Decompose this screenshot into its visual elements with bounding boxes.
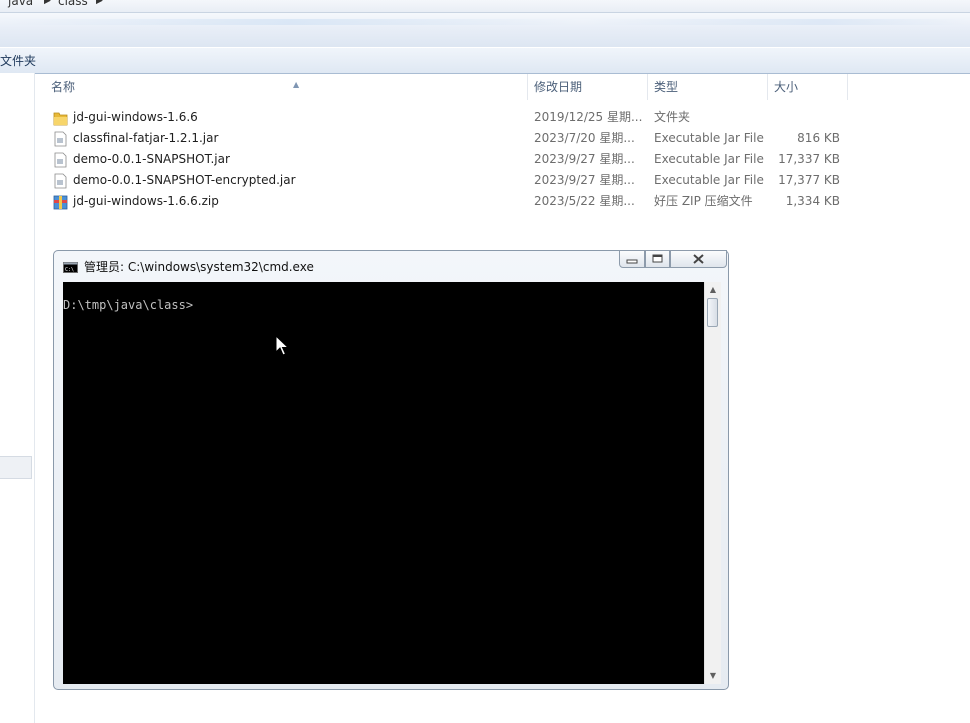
column-header-modified[interactable]: 修改日期 — [528, 74, 648, 100]
restore-icon — [652, 254, 663, 263]
file-name: demo-0.0.1-SNAPSHOT-encrypted.jar — [73, 173, 296, 187]
file-modified: 2023/9/27 星期... — [534, 173, 635, 187]
console-output[interactable]: D:\tmp\java\class> — [63, 282, 704, 684]
breadcrumb-item-java[interactable]: java — [8, 0, 33, 8]
file-type: Executable Jar File — [654, 131, 764, 145]
file-modified: 2019/12/25 星期... — [534, 110, 643, 124]
file-row[interactable]: jd-gui-windows-1.6.6.zip 2023/5/22 星期...… — [51, 191, 851, 212]
cmd-window-title: 管理员: C:\windows\system32\cmd.exe — [84, 260, 314, 274]
column-header-name-label: 名称 — [51, 80, 76, 94]
column-header-size-label: 大小 — [774, 80, 799, 94]
zip-archive-icon — [53, 195, 68, 210]
file-name: demo-0.0.1-SNAPSHOT.jar — [73, 152, 230, 166]
column-header-row: 名称 ▲ 修改日期 类型 大小 — [35, 74, 970, 100]
address-breadcrumb: java ▶ class ▶ — [0, 0, 970, 13]
column-header-type[interactable]: 类型 — [648, 74, 768, 100]
navigation-pane[interactable] — [0, 73, 35, 723]
command-bar: 文件夹 — [0, 47, 970, 74]
file-size: 1,334 KB — [785, 194, 840, 208]
file-modified: 2023/5/22 星期... — [534, 194, 635, 208]
file-size: 17,337 KB — [778, 152, 840, 166]
column-header-modified-label: 修改日期 — [534, 80, 583, 94]
minimize-button[interactable] — [619, 250, 645, 268]
column-header-size[interactable]: 大小 — [768, 74, 848, 100]
file-modified: 2023/7/20 星期... — [534, 131, 635, 145]
close-icon — [693, 254, 704, 264]
svg-text:C:\: C:\ — [65, 267, 74, 273]
file-name: classfinal-fatjar-1.2.1.jar — [73, 131, 219, 145]
file-modified: 2023/9/27 星期... — [534, 152, 635, 166]
file-row[interactable]: classfinal-fatjar-1.2.1.jar 2023/7/20 星期… — [51, 128, 851, 149]
console-vertical-scrollbar[interactable]: ▲ ▼ — [704, 282, 721, 684]
file-type: Executable Jar File — [654, 152, 764, 166]
scroll-down-arrow-icon[interactable]: ▼ — [705, 669, 721, 683]
jar-file-icon — [54, 152, 67, 168]
file-name: jd-gui-windows-1.6.6.zip — [73, 194, 219, 208]
file-type: 文件夹 — [654, 110, 691, 124]
command-prompt-line[interactable]: D:\tmp\java\class> — [63, 298, 193, 312]
jar-file-icon — [54, 173, 67, 189]
file-type: Executable Jar File — [654, 173, 764, 187]
column-header-type-label: 类型 — [654, 80, 679, 94]
cmd-window[interactable]: C:\ 管理员: C:\windows\system32\cmd.exe D:\… — [53, 250, 729, 690]
scroll-up-arrow-icon[interactable]: ▲ — [705, 283, 721, 297]
mouse-cursor-icon — [275, 335, 289, 356]
close-button[interactable] — [670, 250, 727, 268]
file-row[interactable]: demo-0.0.1-SNAPSHOT-encrypted.jar 2023/9… — [51, 170, 851, 191]
cmd-app-icon: C:\ — [63, 262, 78, 273]
file-size: 816 KB — [797, 131, 840, 145]
file-row[interactable]: jd-gui-windows-1.6.6 2019/12/25 星期... 文件… — [51, 107, 851, 128]
scrollbar-thumb[interactable] — [707, 298, 718, 327]
nav-pane-selected-item[interactable] — [0, 456, 32, 479]
command-bar-folder-label[interactable]: 文件夹 — [0, 52, 36, 69]
breadcrumb-chevron-icon[interactable]: ▶ — [96, 0, 103, 6]
toolbar-background — [0, 13, 970, 47]
breadcrumb-chevron-icon[interactable]: ▶ — [44, 0, 51, 6]
file-size: 17,377 KB — [778, 173, 840, 187]
file-name: jd-gui-windows-1.6.6 — [73, 110, 198, 124]
breadcrumb-item-class[interactable]: class — [58, 0, 88, 8]
file-type: 好压 ZIP 压缩文件 — [654, 194, 753, 208]
file-row[interactable]: demo-0.0.1-SNAPSHOT.jar 2023/9/27 星期... … — [51, 149, 851, 170]
sort-ascending-icon: ▲ — [293, 80, 300, 89]
column-header-name[interactable]: 名称 ▲ — [45, 74, 528, 100]
jar-file-icon — [54, 131, 67, 147]
minimize-icon — [626, 259, 638, 264]
folder-icon — [53, 112, 68, 126]
maximize-button[interactable] — [645, 250, 670, 268]
